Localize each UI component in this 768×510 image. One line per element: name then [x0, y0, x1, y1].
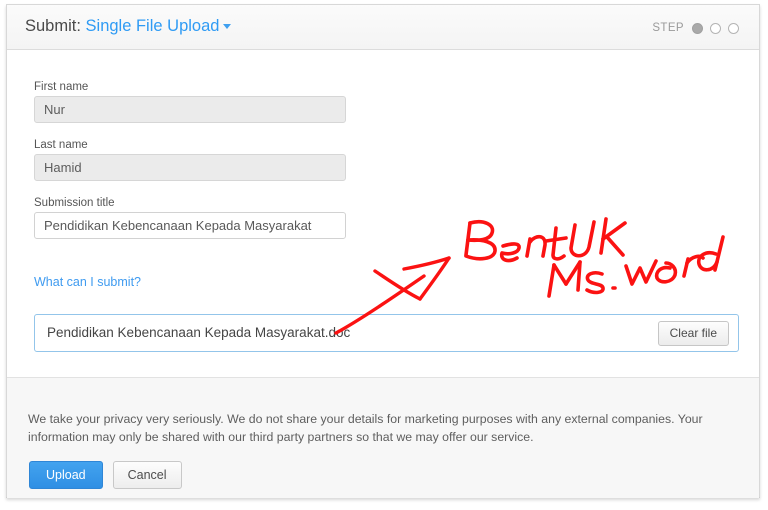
uploaded-file-name: Pendidikan Kebencanaan Kepada Masyarakat…	[47, 325, 351, 340]
page-title: Submit: Single File Upload	[25, 17, 232, 36]
step-label: STEP	[652, 22, 684, 34]
step-indicator: STEP	[652, 22, 739, 34]
upload-button[interactable]: Upload	[29, 461, 103, 489]
first-name-field[interactable]	[34, 96, 346, 123]
submission-panel: Submit: Single File Upload STEP First na…	[6, 4, 760, 498]
upload-mode-selector[interactable]: Single File Upload	[86, 17, 220, 35]
file-upload-box[interactable]: Pendidikan Kebencanaan Kepada Masyarakat…	[34, 314, 739, 352]
submission-title-field[interactable]	[34, 212, 346, 239]
step-dot-2	[710, 22, 721, 34]
step-dot-1	[692, 22, 703, 34]
clear-file-button[interactable]: Clear file	[657, 321, 729, 346]
cancel-button[interactable]: Cancel	[112, 461, 182, 489]
form-body: First name Last name Submission title Wh…	[7, 50, 759, 378]
panel-footer: We take your privacy very seriously. We …	[7, 378, 759, 498]
last-name-label: Last name	[34, 139, 88, 151]
privacy-notice: We take your privacy very seriously. We …	[28, 412, 703, 444]
step-dot-3	[728, 22, 739, 34]
last-name-field[interactable]	[34, 154, 346, 181]
footer-button-group: Upload Cancel	[29, 461, 182, 489]
chevron-down-icon[interactable]	[223, 24, 232, 29]
what-can-i-submit-link[interactable]: What can I submit?	[34, 275, 141, 289]
panel-header: Submit: Single File Upload STEP	[7, 5, 759, 50]
page-title-prefix: Submit:	[25, 17, 81, 35]
first-name-label: First name	[34, 81, 89, 93]
submission-title-label: Submission title	[34, 197, 115, 209]
